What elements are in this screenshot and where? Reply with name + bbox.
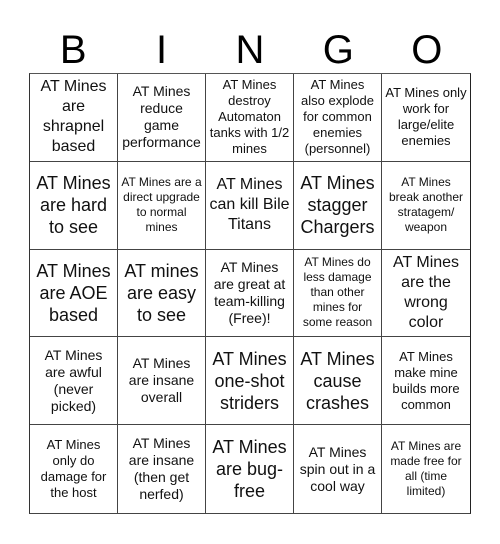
bingo-cell-text: AT Mines cause crashes	[300, 348, 375, 413]
bingo-cell-text: AT Mines are hard to see	[36, 173, 111, 238]
bingo-cell[interactable]: AT Mines are made free for all (time lim…	[382, 425, 470, 513]
bingo-cell-text: AT Mines are made free for all (time lim…	[390, 439, 462, 499]
bingo-cell-text: AT Mines also explode for common enemies…	[301, 77, 374, 157]
bingo-cell-text: AT Mines can kill Bile Titans	[209, 176, 290, 234]
bingo-cell[interactable]: AT Mines make mine builds more common	[382, 337, 470, 426]
bingo-cell[interactable]: AT Mines spin out in a cool way	[294, 425, 382, 513]
bingo-cell[interactable]: AT Mines only do damage for the host	[30, 425, 118, 513]
bingo-cell-text: AT Mines are great at team-killing (Free…	[213, 258, 286, 326]
bingo-cell-text: AT Mines are insane (then get nerfed)	[128, 435, 195, 503]
bingo-cell-text: AT Mines only work for large/elite enemi…	[385, 85, 467, 149]
bingo-cell-text: AT Mines break another stratagem/ weapon	[388, 175, 464, 235]
header-letter-o: O	[411, 28, 443, 72]
bingo-cell[interactable]: AT Mines one-shot striders	[206, 337, 294, 426]
bingo-cell[interactable]: AT Mines stagger Chargers	[294, 161, 382, 250]
bingo-cell-text: AT Mines are insane overall	[128, 355, 195, 406]
bingo-cell-text: AT Mines reduce game performance	[122, 83, 201, 151]
bingo-cell-text: AT Mines make mine builds more common	[392, 348, 460, 412]
bingo-cell-text: AT Mines one-shot striders	[212, 348, 287, 413]
bingo-cell[interactable]: AT Mines are a direct upgrade to normal …	[118, 161, 206, 250]
bingo-header: B I N G O	[29, 28, 471, 73]
bingo-cell-text: AT Mines are AOE based	[36, 260, 111, 325]
bingo-cell-text: AT Mines are awful (never picked)	[44, 346, 103, 414]
bingo-cell[interactable]: AT Mines are bug-free	[206, 425, 294, 513]
bingo-cell[interactable]: AT Mines are the wrong color	[382, 250, 470, 338]
bingo-cell[interactable]: AT Mines can kill Bile Titans	[206, 161, 294, 250]
header-letter-g: G	[322, 28, 354, 72]
header-letter-b: B	[59, 28, 87, 72]
bingo-cell[interactable]: AT Mines do less damage than other mines…	[294, 249, 382, 338]
bingo-cell[interactable]: AT Mines are shrapnel based	[30, 74, 118, 162]
bingo-cell[interactable]: AT Mines are insane overall	[118, 337, 206, 426]
bingo-cell[interactable]: AT Mines cause crashes	[294, 337, 382, 426]
bingo-cell[interactable]: AT mines are easy to see	[118, 249, 206, 338]
bingo-cell[interactable]: AT Mines also explode for common enemies…	[294, 74, 382, 162]
bingo-cell[interactable]: AT Mines only work for large/elite enemi…	[382, 74, 470, 162]
bingo-cell-text: AT Mines are bug-free	[212, 437, 287, 502]
bingo-cell[interactable]: AT Mines reduce game performance	[118, 74, 206, 162]
bingo-cell-text: AT Mines are a direct upgrade to normal …	[121, 175, 202, 235]
bingo-cell-text: AT Mines spin out in a cool way	[299, 443, 376, 494]
bingo-cell-text: AT Mines destroy Automaton tanks with 1/…	[209, 77, 290, 157]
bingo-cell-text: AT Mines stagger Chargers	[300, 173, 375, 238]
bingo-cell[interactable]: AT Mines break another stratagem/ weapon	[382, 162, 470, 250]
bingo-card-grid: AT Mines are shrapnel based AT Mines redu…	[29, 73, 471, 514]
bingo-cell[interactable]: AT Mines are awful (never picked)	[30, 337, 118, 426]
header-letter-i: I	[156, 28, 168, 72]
bingo-cell-text: AT Mines are the wrong color	[392, 253, 460, 331]
bingo-cell[interactable]: AT Mines are great at team-killing (Free…	[206, 249, 294, 338]
bingo-cell[interactable]: AT Mines destroy Automaton tanks with 1/…	[206, 74, 294, 162]
header-letter-n: N	[235, 28, 265, 72]
bingo-cell[interactable]: AT Mines are AOE based	[30, 249, 118, 338]
bingo-cell-text: AT Mines do less damage than other mines…	[302, 255, 373, 330]
bingo-cell-text: AT Mines only do damage for the host	[40, 437, 107, 501]
bingo-cell[interactable]: AT Mines are insane (then get nerfed)	[118, 425, 206, 513]
bingo-cell-text: AT mines are easy to see	[124, 260, 199, 325]
bingo-cell[interactable]: AT Mines are hard to see	[30, 161, 118, 250]
bingo-cell-text: AT Mines are shrapnel based	[40, 78, 107, 156]
